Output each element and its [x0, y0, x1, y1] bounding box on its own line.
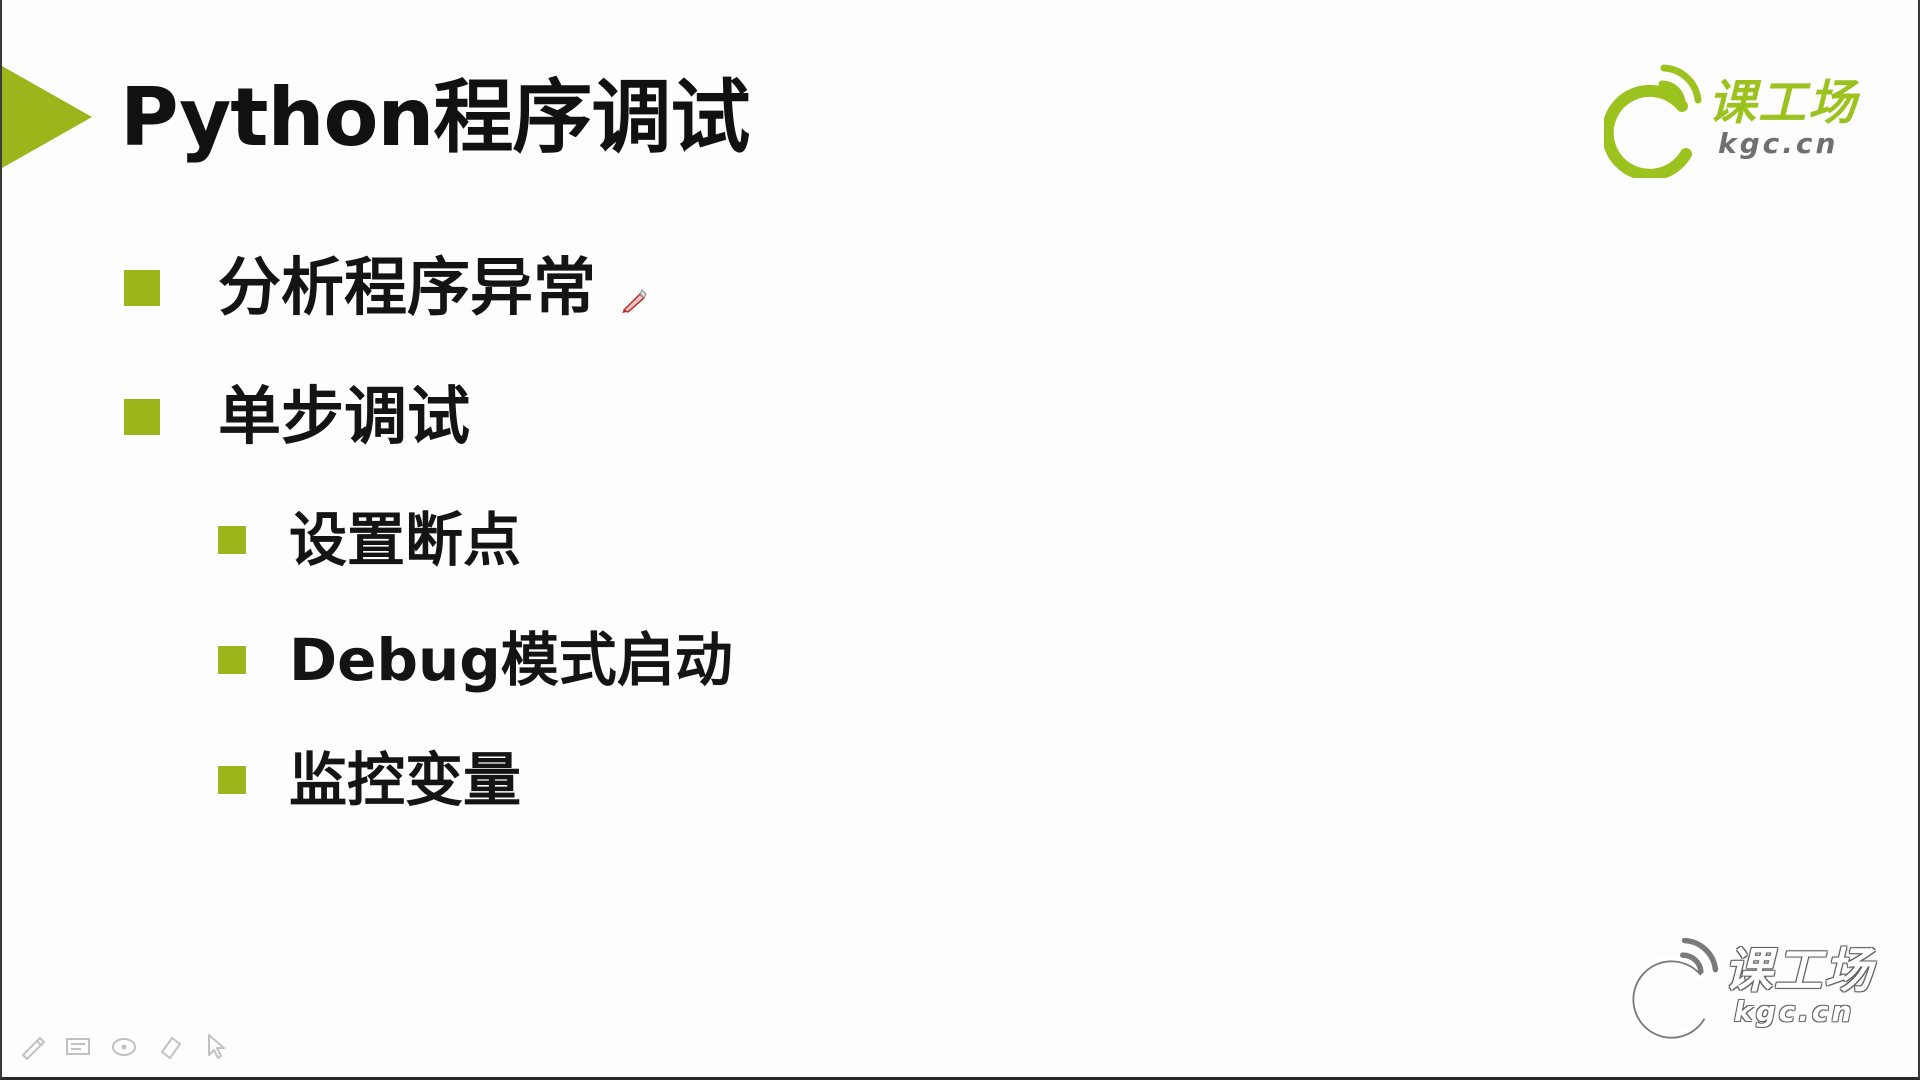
pen-cursor-icon	[622, 289, 647, 313]
pointer-tool-button[interactable]	[200, 1030, 232, 1062]
slide-title: Python程序调试	[120, 71, 750, 164]
brand-logo-top: 课工场 kgc.cn	[1604, 58, 1858, 178]
brand-name-cn: 课工场	[1708, 75, 1859, 131]
title-arrow-shape	[2, 66, 92, 168]
pen-tool-button[interactable]	[16, 1030, 48, 1062]
bullet-item: 单步调试	[124, 379, 470, 455]
eraser-icon	[160, 1036, 182, 1060]
signal-c-watermark-icon	[1630, 937, 1719, 1042]
bullet-label: 单步调试	[218, 380, 470, 453]
annotate-icon	[112, 1038, 136, 1056]
signal-c-icon	[1604, 64, 1702, 178]
watermark-domain: kgc.cn	[1734, 995, 1855, 1028]
brand-logo-watermark: 课工场 kgc.cn	[1630, 930, 1874, 1042]
sub-bullet-label: Debug模式启动	[289, 626, 733, 694]
sub-bullet-item: 监控变量	[218, 745, 521, 815]
sub-bullet-item: 设置断点	[218, 505, 521, 575]
slides-icon	[66, 1038, 90, 1055]
bullet-label: 分析程序异常	[218, 251, 596, 324]
sub-bullet-label: 监控变量	[289, 746, 522, 814]
eraser-tool-button[interactable]	[154, 1030, 186, 1062]
bullet-item: 分析程序异常	[124, 250, 596, 326]
bullet-square-icon	[124, 399, 160, 435]
bullet-square-icon	[124, 270, 160, 306]
bullet-square-icon	[218, 526, 246, 554]
slideshow-toolbar	[16, 1030, 232, 1062]
watermark-name-cn: 课工场	[1724, 943, 1875, 999]
pen-icon	[21, 1036, 46, 1060]
bullet-square-icon	[218, 646, 246, 674]
brand-domain: kgc.cn	[1718, 127, 1839, 160]
pointer-icon	[208, 1034, 225, 1059]
slides-tool-button[interactable]	[62, 1030, 94, 1062]
bullet-square-icon	[218, 766, 246, 794]
annotate-tool-button[interactable]	[108, 1030, 140, 1062]
sub-bullet-item: Debug模式启动	[218, 625, 733, 695]
slide-frame: Python程序调试 课工场 kgc.cn 分析程序异常 单步调试 设置断点 D…	[0, 0, 1920, 1080]
sub-bullet-label: 设置断点	[289, 506, 522, 574]
